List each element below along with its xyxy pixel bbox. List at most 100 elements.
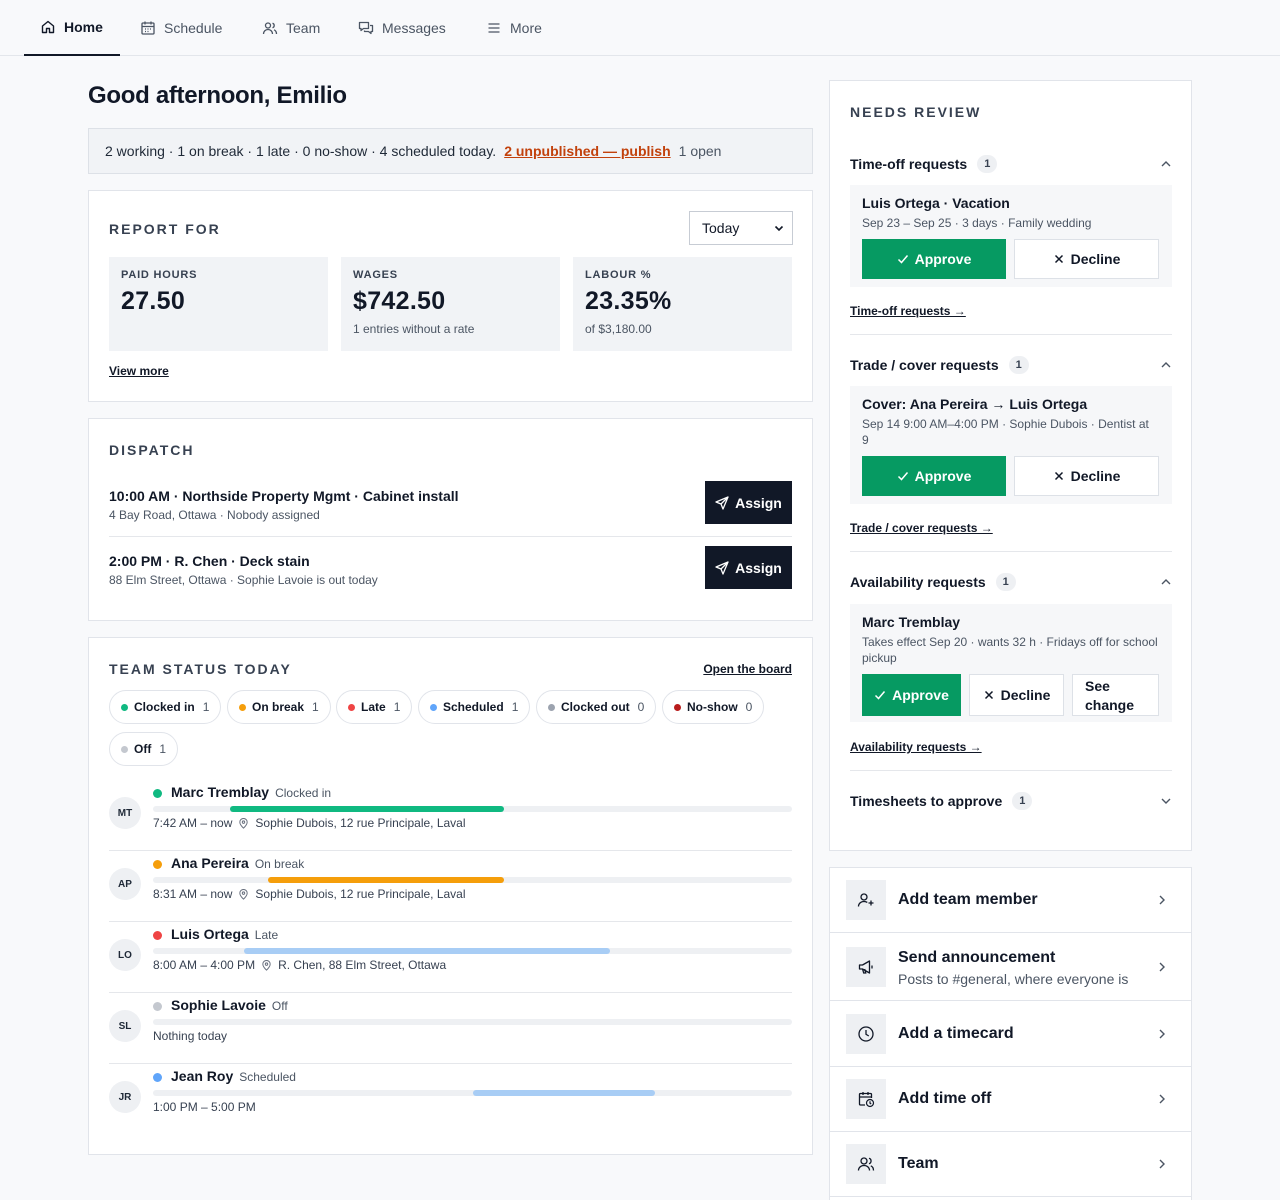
send-icon xyxy=(715,495,729,510)
divider xyxy=(850,551,1172,552)
dispatch-job: 2:00 PM · R. Chen · Deck stain 88 Elm St… xyxy=(109,546,792,618)
tab-messages[interactable]: Messages xyxy=(342,0,462,56)
timesheets-group-header[interactable]: Timesheets to approve 1 xyxy=(850,790,1172,812)
action-add-time-off[interactable]: Add time off xyxy=(830,1067,1191,1132)
tab-label: Team xyxy=(286,20,321,36)
users-icon xyxy=(262,22,278,35)
trade-cover-requests-link[interactable]: Trade / cover requests → xyxy=(850,521,993,535)
team-member-row[interactable]: JR Jean Roy Scheduled 1:00 PM – 5:00 PM xyxy=(109,1064,792,1135)
approve-label: Approve xyxy=(892,687,949,703)
stat-wages: WAGES $742.50 1 entries without a rate xyxy=(341,257,560,351)
status-dot xyxy=(239,703,246,711)
view-more-link[interactable]: View more xyxy=(109,364,169,378)
report-period-select[interactable]: Today xyxy=(689,211,793,245)
chip-label: Clocked out xyxy=(561,700,630,714)
assign-button[interactable]: Assign xyxy=(705,546,792,589)
time-off-group-header[interactable]: Time-off requests 1 xyxy=(850,153,1172,175)
job-sub: 88 Elm Street, Ottawa · Sophie Lavoie is… xyxy=(109,573,378,587)
chevron-up-icon xyxy=(1161,579,1171,585)
chevron-down-icon xyxy=(774,225,784,232)
decline-label: Decline xyxy=(1070,468,1121,484)
quick-actions-card: Add team member Send announcement Posts … xyxy=(829,867,1192,1200)
chevron-up-icon xyxy=(1161,362,1171,368)
send-icon xyxy=(715,560,729,575)
team-member-row[interactable]: SL Sophie Lavoie Off Nothing today xyxy=(109,993,792,1064)
shift-timeline xyxy=(153,806,792,812)
time-off-requests-link[interactable]: Time-off requests → xyxy=(850,304,966,318)
group-label: Timesheets to approve xyxy=(850,793,1003,809)
stat-sub: of $3,180.00 xyxy=(585,322,652,336)
status-dot xyxy=(153,1073,162,1082)
shift-bar xyxy=(229,806,505,812)
job-title: 10:00 AM · Northside Property Mgmt · Cab… xyxy=(109,488,459,504)
decline-button[interactable]: Decline xyxy=(1014,456,1159,496)
filter-chip-off[interactable]: Off 1 xyxy=(109,732,179,766)
tab-label: Schedule xyxy=(164,20,223,36)
tab-home[interactable]: Home xyxy=(24,0,120,56)
decline-button[interactable]: Decline xyxy=(969,674,1064,716)
report-card: REPORT FOR Today PAID HOURS 27.50 WAGES … xyxy=(88,190,813,402)
chip-count: 0 xyxy=(637,700,645,714)
chip-count: 1 xyxy=(159,742,167,756)
member-status: Scheduled xyxy=(239,1070,296,1084)
see-change-button[interactable]: See change xyxy=(1072,674,1159,716)
tab-more[interactable]: More xyxy=(470,0,558,56)
availability-group-header[interactable]: Availability requests 1 xyxy=(850,571,1172,593)
time-off-request: Luis Ortega · Vacation Sep 23 – Sep 25 ·… xyxy=(850,185,1172,287)
needs-review-card: NEEDS REVIEW Time-off requests 1 Luis Or… xyxy=(829,80,1192,851)
chevron-right-icon xyxy=(1159,962,1165,972)
stat-value: 23.35% xyxy=(585,287,672,315)
location-pin-icon xyxy=(239,817,249,829)
shift-bar xyxy=(472,1090,655,1096)
team-member-row[interactable]: MT Marc Tremblay Clocked in 7:42 AM – now… xyxy=(109,780,792,851)
check-icon xyxy=(897,472,908,481)
approve-button[interactable]: Approve xyxy=(862,674,961,716)
action-send-announcement[interactable]: Send announcement Posts to #general, whe… xyxy=(830,933,1191,1001)
assign-button[interactable]: Assign xyxy=(705,481,792,524)
chip-count: 1 xyxy=(312,700,319,714)
tab-team[interactable]: Team xyxy=(246,0,336,56)
open-shifts-text: 1 open xyxy=(678,143,722,159)
filter-chip-no-show[interactable]: No-show 0 xyxy=(662,690,765,724)
request-title: Luis Ortega · Vacation xyxy=(862,195,1010,211)
filter-chip-on-break[interactable]: On break 1 xyxy=(227,690,331,724)
shift-time: 8:00 AM – 4:00 PM xyxy=(153,958,256,972)
action-add-timecard[interactable]: Add a timecard xyxy=(830,1001,1191,1067)
filter-chip-late[interactable]: Late 1 xyxy=(336,690,413,724)
publish-link[interactable]: 2 unpublished — publish xyxy=(504,143,670,159)
approve-button[interactable]: Approve xyxy=(862,456,1006,496)
dispatch-card: DISPATCH 10:00 AM · Northside Property M… xyxy=(88,418,813,621)
action-label: Send announcement xyxy=(898,949,1056,966)
trade-cover-group-header[interactable]: Trade / cover requests 1 xyxy=(850,354,1172,376)
stat-label: LABOUR % xyxy=(585,269,652,281)
request-sub: Sep 14 9:00 AM–4:00 PM · Sophie Dubois ·… xyxy=(862,417,1149,447)
action-add-team-member[interactable]: Add team member xyxy=(830,868,1191,933)
status-dot xyxy=(430,703,437,711)
users-icon xyxy=(857,1157,875,1171)
team-member-row[interactable]: AP Ana Pereira On break 8:31 AM – now Sop… xyxy=(109,851,792,922)
team-member-row[interactable]: LO Luis Ortega Late 8:00 AM – 4:00 PM R. … xyxy=(109,922,792,993)
tab-schedule[interactable]: Schedule xyxy=(124,0,238,56)
shift-timeline xyxy=(153,877,792,883)
shift-location: Sophie Dubois, 12 rue Principale, Laval xyxy=(255,816,466,830)
approve-button[interactable]: Approve xyxy=(862,239,1006,279)
open-board-link[interactable]: Open the board xyxy=(703,662,792,676)
shift-bar xyxy=(244,948,610,954)
filter-chip-scheduled[interactable]: Scheduled 1 xyxy=(418,690,531,724)
availability-requests-link[interactable]: Availability requests → xyxy=(850,740,982,754)
today-summary: 2 working · 1 on break · 1 late · 0 no-s… xyxy=(88,128,813,174)
status-dot xyxy=(674,703,681,711)
report-title: REPORT FOR xyxy=(109,221,221,237)
action-icon-box xyxy=(846,1014,886,1054)
action-icon-box xyxy=(846,1079,886,1119)
filter-chip-clocked-in[interactable]: Clocked in 1 xyxy=(109,690,222,724)
chevron-right-icon xyxy=(1159,895,1165,905)
dispatch-title: DISPATCH xyxy=(109,442,195,458)
team-status-title: TEAM STATUS TODAY xyxy=(109,661,292,677)
action-team[interactable]: Team xyxy=(830,1132,1191,1197)
filter-chip-clocked-out[interactable]: Clocked out 0 xyxy=(536,690,657,724)
chip-label: No-show xyxy=(687,700,738,714)
request-sub: Sep 23 – Sep 25 · 3 days · Family weddin… xyxy=(862,216,1092,230)
stat-paid-hours: PAID HOURS 27.50 xyxy=(109,257,328,351)
decline-button[interactable]: Decline xyxy=(1014,239,1159,279)
